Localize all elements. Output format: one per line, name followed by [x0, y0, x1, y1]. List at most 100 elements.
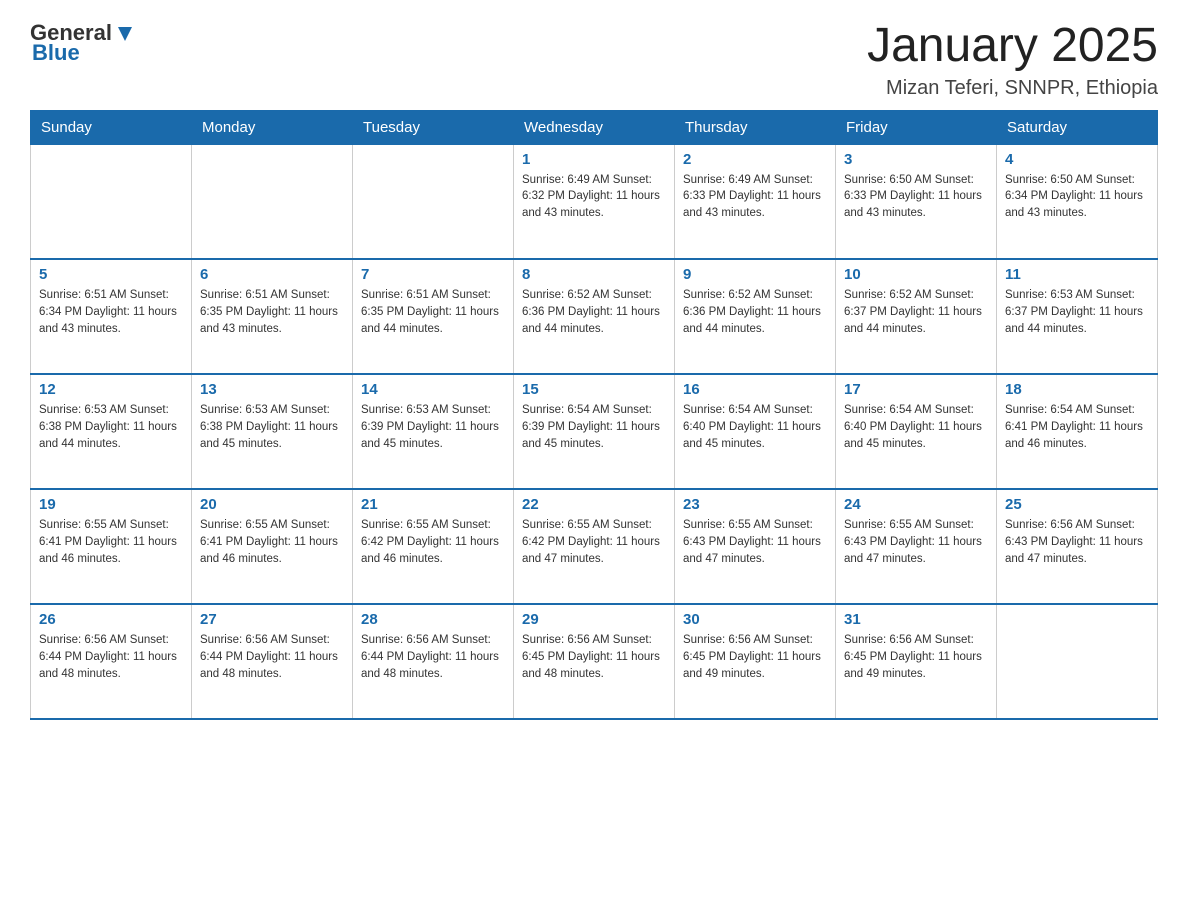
day-number: 22 [522, 496, 666, 513]
day-number: 27 [200, 611, 344, 628]
weekday-sunday: Sunday [31, 110, 192, 144]
logo-block: General Blue [30, 20, 136, 66]
title-block: January 2025 Mizan Teferi, SNNPR, Ethiop… [867, 20, 1158, 100]
day-info: Sunrise: 6:53 AM Sunset: 6:38 PM Dayligh… [200, 402, 344, 452]
logo: General Blue [30, 20, 136, 66]
day-number: 1 [522, 151, 666, 168]
day-info: Sunrise: 6:52 AM Sunset: 6:36 PM Dayligh… [683, 287, 827, 337]
calendar-week-row: 26 Sunrise: 6:56 AM Sunset: 6:44 PM Dayli… [31, 604, 1158, 719]
calendar-cell: 22 Sunrise: 6:55 AM Sunset: 6:42 PM Dayli… [514, 489, 675, 604]
day-number: 15 [522, 381, 666, 398]
day-number: 14 [361, 381, 505, 398]
calendar-cell: 4Sunrise: 6:50 AM Sunset: 6:34 PM Daylig… [997, 144, 1158, 259]
month-title: January 2025 [867, 20, 1158, 73]
calendar-cell: 19 Sunrise: 6:55 AM Sunset: 6:41 PM Dayli… [31, 489, 192, 604]
calendar-week-row: 12 Sunrise: 6:53 AM Sunset: 6:38 PM Dayli… [31, 374, 1158, 489]
day-info: Sunrise: 6:55 AM Sunset: 6:41 PM Dayligh… [200, 517, 344, 567]
weekday-monday: Monday [192, 110, 353, 144]
day-number: 11 [1005, 266, 1149, 283]
calendar-cell: 14 Sunrise: 6:53 AM Sunset: 6:39 PM Dayli… [353, 374, 514, 489]
calendar-cell: 23Sunrise: 6:55 AM Sunset: 6:43 PM Dayli… [675, 489, 836, 604]
day-info: Sunrise: 6:52 AM Sunset: 6:37 PM Dayligh… [844, 287, 988, 337]
day-number: 18 [1005, 381, 1149, 398]
logo-blue-text: Blue [32, 40, 80, 66]
weekday-tuesday: Tuesday [353, 110, 514, 144]
calendar-cell: 20Sunrise: 6:55 AM Sunset: 6:41 PM Dayli… [192, 489, 353, 604]
day-info: Sunrise: 6:56 AM Sunset: 6:45 PM Dayligh… [683, 632, 827, 682]
calendar-cell: 29Sunrise: 6:56 AM Sunset: 6:45 PM Dayli… [514, 604, 675, 719]
day-info: Sunrise: 6:54 AM Sunset: 6:40 PM Dayligh… [683, 402, 827, 452]
calendar-cell: 11 Sunrise: 6:53 AM Sunset: 6:37 PM Dayli… [997, 259, 1158, 374]
weekday-saturday: Saturday [997, 110, 1158, 144]
day-number: 26 [39, 611, 183, 628]
calendar-cell: 7 Sunrise: 6:51 AM Sunset: 6:35 PM Daylig… [353, 259, 514, 374]
day-info: Sunrise: 6:55 AM Sunset: 6:41 PM Dayligh… [39, 517, 183, 567]
day-info: Sunrise: 6:53 AM Sunset: 6:38 PM Dayligh… [39, 402, 183, 452]
calendar-cell: 2 Sunrise: 6:49 AM Sunset: 6:33 PM Daylig… [675, 144, 836, 259]
day-info: Sunrise: 6:53 AM Sunset: 6:37 PM Dayligh… [1005, 287, 1149, 337]
calendar-cell: 6 Sunrise: 6:51 AM Sunset: 6:35 PM Daylig… [192, 259, 353, 374]
day-info: Sunrise: 6:55 AM Sunset: 6:42 PM Dayligh… [361, 517, 505, 567]
calendar-header: SundayMondayTuesdayWednesdayThursdayFrid… [31, 110, 1158, 144]
day-number: 3 [844, 151, 988, 168]
day-info: Sunrise: 6:51 AM Sunset: 6:35 PM Dayligh… [361, 287, 505, 337]
day-info: Sunrise: 6:56 AM Sunset: 6:45 PM Dayligh… [844, 632, 988, 682]
calendar-cell: 5 Sunrise: 6:51 AM Sunset: 6:34 PM Daylig… [31, 259, 192, 374]
calendar-cell: 16 Sunrise: 6:54 AM Sunset: 6:40 PM Dayli… [675, 374, 836, 489]
day-info: Sunrise: 6:52 AM Sunset: 6:36 PM Dayligh… [522, 287, 666, 337]
day-number: 8 [522, 266, 666, 283]
calendar-cell: 1Sunrise: 6:49 AM Sunset: 6:32 PM Daylig… [514, 144, 675, 259]
day-info: Sunrise: 6:51 AM Sunset: 6:35 PM Dayligh… [200, 287, 344, 337]
day-info: Sunrise: 6:50 AM Sunset: 6:34 PM Dayligh… [1005, 172, 1149, 222]
weekday-thursday: Thursday [675, 110, 836, 144]
location-subtitle: Mizan Teferi, SNNPR, Ethiopia [867, 77, 1158, 100]
calendar-cell: 9 Sunrise: 6:52 AM Sunset: 6:36 PM Daylig… [675, 259, 836, 374]
calendar-table: SundayMondayTuesdayWednesdayThursdayFrid… [30, 110, 1158, 721]
calendar-cell: 3 Sunrise: 6:50 AM Sunset: 6:33 PM Daylig… [836, 144, 997, 259]
day-info: Sunrise: 6:50 AM Sunset: 6:33 PM Dayligh… [844, 172, 988, 222]
calendar-week-row: 19 Sunrise: 6:55 AM Sunset: 6:41 PM Dayli… [31, 489, 1158, 604]
calendar-cell: 8 Sunrise: 6:52 AM Sunset: 6:36 PM Daylig… [514, 259, 675, 374]
calendar-cell [997, 604, 1158, 719]
day-number: 16 [683, 381, 827, 398]
day-info: Sunrise: 6:54 AM Sunset: 6:39 PM Dayligh… [522, 402, 666, 452]
day-info: Sunrise: 6:56 AM Sunset: 6:43 PM Dayligh… [1005, 517, 1149, 567]
day-info: Sunrise: 6:55 AM Sunset: 6:43 PM Dayligh… [844, 517, 988, 567]
calendar-cell: 25 Sunrise: 6:56 AM Sunset: 6:43 PM Dayli… [997, 489, 1158, 604]
day-info: Sunrise: 6:54 AM Sunset: 6:40 PM Dayligh… [844, 402, 988, 452]
calendar-cell: 10 Sunrise: 6:52 AM Sunset: 6:37 PM Dayli… [836, 259, 997, 374]
day-number: 2 [683, 151, 827, 168]
calendar-cell [31, 144, 192, 259]
day-info: Sunrise: 6:53 AM Sunset: 6:39 PM Dayligh… [361, 402, 505, 452]
day-info: Sunrise: 6:56 AM Sunset: 6:44 PM Dayligh… [361, 632, 505, 682]
day-number: 25 [1005, 496, 1149, 513]
logo-triangle-icon [114, 23, 136, 45]
calendar-cell: 21 Sunrise: 6:55 AM Sunset: 6:42 PM Dayli… [353, 489, 514, 604]
calendar-cell: 18 Sunrise: 6:54 AM Sunset: 6:41 PM Dayli… [997, 374, 1158, 489]
day-number: 5 [39, 266, 183, 283]
calendar-cell [192, 144, 353, 259]
weekday-header-row: SundayMondayTuesdayWednesdayThursdayFrid… [31, 110, 1158, 144]
day-number: 10 [844, 266, 988, 283]
day-info: Sunrise: 6:51 AM Sunset: 6:34 PM Dayligh… [39, 287, 183, 337]
day-number: 24 [844, 496, 988, 513]
day-info: Sunrise: 6:55 AM Sunset: 6:42 PM Dayligh… [522, 517, 666, 567]
day-number: 19 [39, 496, 183, 513]
day-number: 6 [200, 266, 344, 283]
calendar-body: 1Sunrise: 6:49 AM Sunset: 6:32 PM Daylig… [31, 144, 1158, 719]
day-info: Sunrise: 6:54 AM Sunset: 6:41 PM Dayligh… [1005, 402, 1149, 452]
day-number: 12 [39, 381, 183, 398]
day-number: 30 [683, 611, 827, 628]
day-number: 9 [683, 266, 827, 283]
calendar-cell [353, 144, 514, 259]
page-header: General Blue January 2025 Mizan Teferi, … [30, 20, 1158, 100]
calendar-cell: 13Sunrise: 6:53 AM Sunset: 6:38 PM Dayli… [192, 374, 353, 489]
calendar-cell: 26Sunrise: 6:56 AM Sunset: 6:44 PM Dayli… [31, 604, 192, 719]
day-info: Sunrise: 6:49 AM Sunset: 6:33 PM Dayligh… [683, 172, 827, 222]
day-number: 29 [522, 611, 666, 628]
calendar-cell: 31Sunrise: 6:56 AM Sunset: 6:45 PM Dayli… [836, 604, 997, 719]
calendar-cell: 30 Sunrise: 6:56 AM Sunset: 6:45 PM Dayli… [675, 604, 836, 719]
day-number: 7 [361, 266, 505, 283]
day-number: 21 [361, 496, 505, 513]
calendar-cell: 12 Sunrise: 6:53 AM Sunset: 6:38 PM Dayli… [31, 374, 192, 489]
